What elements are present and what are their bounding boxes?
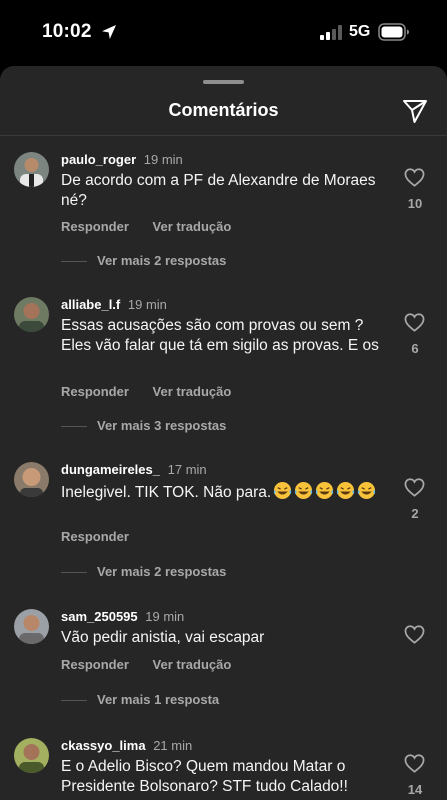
sheet-grabber-handle[interactable]: [203, 80, 244, 84]
avatar[interactable]: [14, 297, 49, 332]
status-time: 10:02: [42, 21, 92, 42]
comment-timestamp: 21 min: [153, 738, 193, 753]
comment-actions: Responder Ver tradução: [61, 657, 231, 672]
see-translation-button[interactable]: Ver tradução: [153, 219, 232, 234]
like-heart-icon[interactable]: [404, 625, 425, 644]
comment-header: alliabe_l.f 19 min: [61, 297, 167, 312]
comment-actions: Responder Ver tradução: [61, 219, 231, 234]
comment-timestamp: 19 min: [145, 609, 185, 624]
comment-header: sam_250595 19 min: [61, 609, 184, 624]
avatar[interactable]: [14, 462, 49, 497]
replies-line: [61, 261, 87, 263]
comment-text: E o Adelio Bisco? Quem mandou Matar o Pr…: [61, 758, 348, 795]
comment-item: alliabe_l.f 19 min Essas acusações são c…: [0, 297, 447, 437]
comment-item: sam_250595 19 min Vão pedir anistia, vai…: [0, 609, 447, 719]
avatar[interactable]: [14, 152, 49, 187]
comment-header: paulo_roger 19 min: [61, 152, 183, 167]
comment-text: Essas acusações são com provas ou sem ? …: [61, 317, 379, 354]
comment-item: paulo_roger 19 min De acordo com a PF de…: [0, 152, 447, 272]
view-more-replies-button[interactable]: Ver mais 3 respostas: [61, 418, 226, 433]
laughing-tears-emoji-icon: [274, 481, 292, 500]
see-translation-button[interactable]: Ver tradução: [153, 384, 232, 399]
comment-username[interactable]: ckassyo_lima: [61, 738, 146, 753]
comment-text-content: Inelegivel. TIK TOK. Não para.: [61, 484, 272, 501]
network-type-label: 5G: [349, 23, 371, 40]
view-more-replies-button[interactable]: Ver mais 1 resposta: [61, 692, 219, 707]
like-count: 14: [407, 782, 423, 797]
comment-username[interactable]: paulo_roger: [61, 152, 136, 167]
battery-icon: [378, 23, 409, 41]
comment-timestamp: 17 min: [167, 462, 207, 477]
share-send-icon[interactable]: [402, 98, 428, 124]
reply-button[interactable]: Responder: [61, 529, 129, 544]
comment-timestamp: 19 min: [143, 152, 183, 167]
comment-username[interactable]: dungameireles_: [61, 462, 160, 477]
view-more-replies-label: Ver mais 2 respostas: [97, 253, 227, 268]
comment-username[interactable]: alliabe_l.f: [61, 297, 120, 312]
comment-text: Inelegivel. TIK TOK. Não para.: [61, 481, 381, 503]
laughing-tears-emoji-icon: [295, 481, 313, 500]
like-heart-icon[interactable]: [404, 478, 425, 497]
view-more-replies-button[interactable]: Ver mais 2 respostas: [61, 253, 226, 268]
cellular-signal-icon: [320, 25, 342, 40]
comment-timestamp: 19 min: [127, 297, 167, 312]
reply-button[interactable]: Responder: [61, 219, 129, 234]
see-translation-button[interactable]: Ver tradução: [153, 657, 232, 672]
location-arrow-icon: [102, 25, 116, 39]
reply-button[interactable]: Responder: [61, 384, 129, 399]
avatar[interactable]: [14, 738, 49, 773]
like-count: 2: [411, 506, 419, 521]
avatar[interactable]: [14, 609, 49, 644]
comment-text: Vão pedir anistia, vai escapar: [61, 629, 265, 646]
laughing-tears-emoji-icon: [358, 481, 376, 500]
comments-sheet: Comentários paulo_roger 19 min De acordo…: [0, 66, 447, 800]
comment-actions: Responder: [61, 529, 129, 544]
like-heart-icon[interactable]: [404, 313, 425, 332]
comment-item: ckassyo_lima 21 min E o Adelio Bisco? Qu…: [0, 738, 447, 800]
comment-username[interactable]: sam_250595: [61, 609, 138, 624]
replies-line: [61, 572, 87, 574]
comment-item: dungameireles_ 17 min Inelegivel. TIK TO…: [0, 462, 447, 582]
like-heart-icon[interactable]: [404, 168, 425, 187]
like-count: 6: [411, 341, 419, 356]
comment-text: De acordo com a PF de Alexandre de Morae…: [61, 172, 376, 209]
view-more-replies-label: Ver mais 2 respostas: [97, 564, 227, 579]
status-bar: 10:02 5G: [0, 0, 447, 66]
view-more-replies-label: Ver mais 1 resposta: [97, 692, 220, 707]
sheet-title: Comentários: [168, 100, 279, 120]
view-more-replies-button[interactable]: Ver mais 2 respostas: [61, 564, 226, 579]
reply-button[interactable]: Responder: [61, 657, 129, 672]
replies-line: [61, 700, 87, 702]
comment-header: ckassyo_lima 21 min: [61, 738, 192, 753]
like-count: 10: [407, 196, 423, 211]
view-more-replies-label: Ver mais 3 respostas: [97, 418, 227, 433]
replies-line: [61, 426, 87, 428]
laughing-tears-emoji-icon: [337, 481, 355, 500]
comment-actions: Responder Ver tradução: [61, 384, 231, 399]
comment-header: dungameireles_ 17 min: [61, 462, 207, 477]
like-heart-icon[interactable]: [404, 754, 425, 773]
laughing-tears-emoji-icon: [316, 481, 334, 500]
header-divider: [0, 135, 447, 136]
